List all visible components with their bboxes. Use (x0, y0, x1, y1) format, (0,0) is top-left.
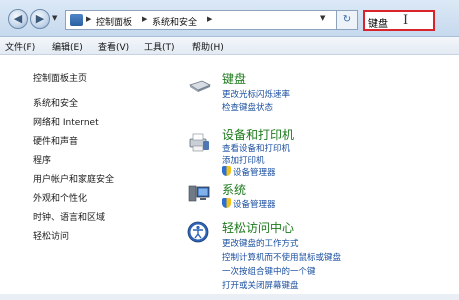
bottom-edge (0, 294, 459, 300)
menu-view[interactable]: 查看(V) (98, 40, 129, 53)
control-panel-icon (70, 14, 83, 26)
menu-tools[interactable]: 工具(T) (144, 40, 175, 53)
link-device-manager-label: 设备管理器 (233, 168, 276, 178)
menu-edit[interactable]: 编辑(E) (52, 40, 83, 53)
category-title-system[interactable]: 系统 (222, 181, 246, 198)
link-check-keyboard-status[interactable]: 检查键盘状态 (222, 101, 273, 113)
refresh-button[interactable]: ↻ (336, 10, 358, 30)
sidebar-item-network[interactable]: 网络和 Internet (33, 115, 99, 128)
breadcrumb-separator-icon: ▶ (207, 15, 213, 23)
link-device-manager-system-label: 设备管理器 (233, 200, 276, 210)
category-title-devices-printers[interactable]: 设备和打印机 (222, 126, 294, 143)
link-control-without-mouse-keyboard[interactable]: 控制计算机而不使用鼠标或键盘 (222, 251, 341, 263)
sidebar-item-user-accounts[interactable]: 用户帐户和家庭安全 (33, 172, 114, 185)
link-device-manager-system[interactable]: 设备管理器 (222, 198, 276, 210)
forward-button[interactable]: ▶ (30, 9, 50, 29)
link-sticky-keys[interactable]: 一次按组合键中的一个键 (222, 265, 316, 277)
menu-bar: 文件(F) 编辑(E) 查看(V) 工具(T) 帮助(H) (0, 37, 459, 55)
uac-shield-icon (222, 166, 231, 176)
link-device-manager[interactable]: 设备管理器 (222, 166, 276, 178)
control-panel-home-link[interactable]: 控制面板主页 (33, 71, 87, 84)
ease-of-access-icon (187, 221, 209, 243)
uac-shield-icon (222, 198, 231, 208)
text-cursor-icon: I (403, 13, 409, 28)
breadcrumb-control-panel[interactable]: 控制面板 (96, 15, 132, 28)
address-dropdown-icon[interactable]: ▼ (320, 14, 325, 22)
link-add-printer[interactable]: 添加打印机 (222, 154, 265, 166)
back-button[interactable]: ◀ (8, 9, 28, 29)
back-arrow-icon: ◀ (13, 12, 23, 25)
link-view-devices-printers[interactable]: 查看设备和打印机 (222, 142, 290, 154)
printer-icon (189, 133, 209, 152)
search-input[interactable]: 键盘 I (363, 10, 435, 31)
breadcrumb-separator-icon: ▶ (142, 15, 148, 23)
sidebar-item-ease-of-access[interactable]: 轻松访问 (33, 229, 69, 242)
sidebar-item-clock-language[interactable]: 时钟、语言和区域 (33, 210, 105, 223)
sidebar-item-programs[interactable]: 程序 (33, 153, 51, 166)
sidebar-item-hardware-sound[interactable]: 硬件和声音 (33, 134, 78, 147)
forward-arrow-icon: ▶ (35, 12, 45, 25)
sidebar-item-appearance[interactable]: 外观和个性化 (33, 191, 87, 204)
address-bar-row: ◀ ▶ ▼ ▶ 控制面板 ▶ 系统和安全 ▶ ▼ ↻ 键盘 I (0, 0, 459, 37)
link-on-screen-keyboard[interactable]: 打开或关闭屏幕键盘 (222, 279, 299, 291)
search-value: 键盘 (368, 19, 388, 30)
address-field[interactable]: ▶ 控制面板 ▶ 系统和安全 ▶ (65, 10, 345, 30)
link-change-keyboard-behavior[interactable]: 更改键盘的工作方式 (222, 237, 299, 249)
menu-file[interactable]: 文件(F) (5, 40, 35, 53)
history-dropdown-icon[interactable]: ▼ (52, 14, 57, 22)
menu-help[interactable]: 帮助(H) (192, 40, 224, 53)
keyboard-icon (189, 80, 211, 92)
category-title-keyboard[interactable]: 键盘 (222, 70, 246, 87)
refresh-icon: ↻ (342, 14, 352, 25)
computer-icon (188, 185, 210, 202)
breadcrumb-system-security[interactable]: 系统和安全 (152, 15, 197, 28)
sidebar-item-system-security[interactable]: 系统和安全 (33, 96, 78, 109)
link-cursor-blink-rate[interactable]: 更改光标闪烁速率 (222, 88, 290, 100)
breadcrumb-separator-icon: ▶ (86, 15, 92, 23)
category-title-ease-of-access[interactable]: 轻松访问中心 (222, 219, 294, 236)
